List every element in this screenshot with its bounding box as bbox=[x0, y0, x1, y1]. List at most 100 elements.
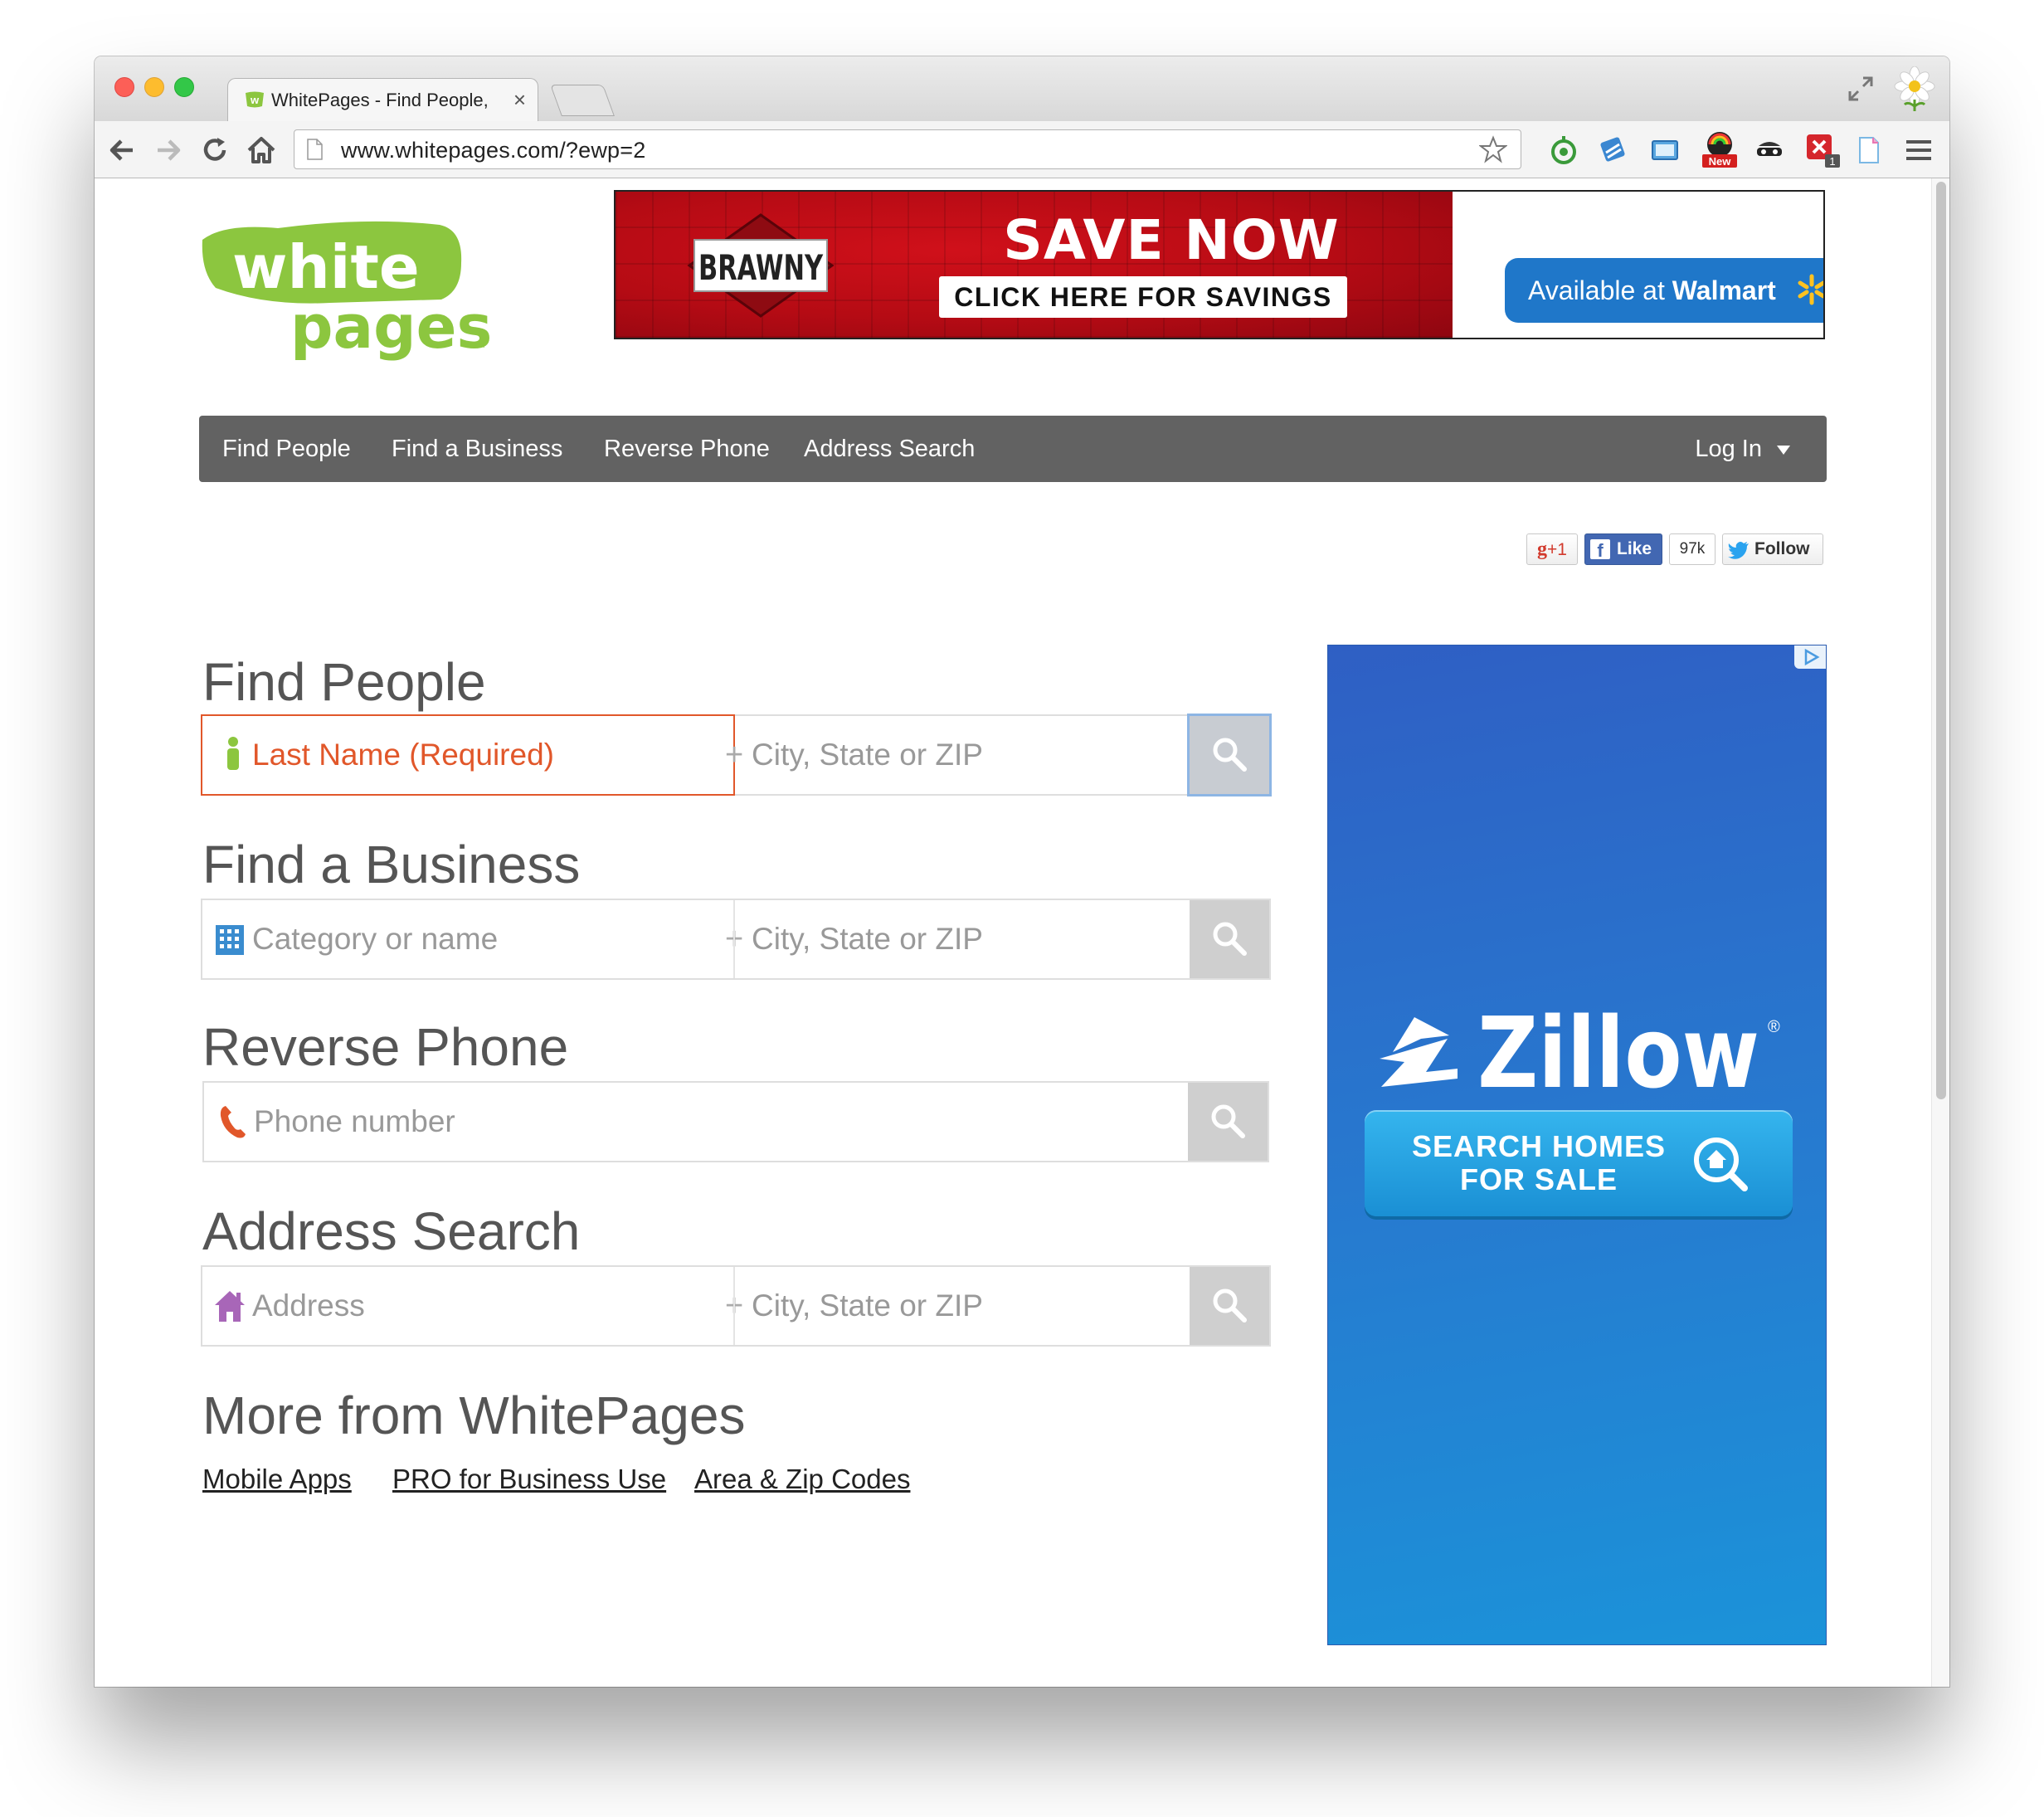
reverse-phone-heading: Reverse Phone bbox=[202, 1017, 569, 1077]
extension-green-icon[interactable] bbox=[1548, 134, 1579, 166]
extension-red-badge-icon[interactable]: 1 bbox=[1803, 131, 1842, 169]
address-location-input[interactable]: City, State or ZIP bbox=[742, 1267, 1190, 1345]
url-text[interactable]: www.whitepages.com/?ewp=2 bbox=[341, 138, 645, 163]
business-name-placeholder: Category or name bbox=[252, 922, 499, 956]
extension-blue-tags-icon[interactable] bbox=[1598, 134, 1629, 166]
google-plus-button[interactable]: g+1 bbox=[1526, 533, 1578, 565]
reverse-phone-search: Phone number bbox=[202, 1081, 1269, 1162]
nav-login-dropdown[interactable]: Log In bbox=[1695, 416, 1790, 482]
address-location-placeholder: City, State or ZIP bbox=[752, 1288, 983, 1323]
nav-reverse-phone[interactable]: Reverse Phone bbox=[604, 416, 770, 482]
extension-screenshot-icon[interactable] bbox=[1649, 134, 1681, 166]
whitepages-logo[interactable]: white pages TM bbox=[199, 205, 489, 363]
field-divider bbox=[733, 1267, 735, 1345]
brawny-brand-text: BRAWNY bbox=[698, 247, 823, 288]
find-business-search-button[interactable] bbox=[1190, 900, 1269, 978]
business-name-input[interactable]: Category or name bbox=[202, 900, 733, 978]
close-window-button[interactable] bbox=[114, 77, 134, 97]
search-icon bbox=[1211, 1104, 1245, 1138]
reload-icon[interactable] bbox=[199, 134, 231, 166]
last-name-placeholder: Last Name (Required) bbox=[252, 738, 554, 772]
plus-icon: + bbox=[725, 738, 744, 772]
twitter-follow-button[interactable]: Follow bbox=[1722, 533, 1823, 565]
find-people-search: Last Name (Required) + City, State or ZI… bbox=[201, 714, 1271, 796]
brawny-banner-ad[interactable]: BRAWNY SAVE NOW CLICK HERE FOR SAVINGS A… bbox=[614, 190, 1825, 339]
home-search-icon bbox=[1694, 1137, 1748, 1191]
scrollbar-thumb[interactable] bbox=[1936, 182, 1946, 1099]
extension-rainbow-new-icon[interactable]: New bbox=[1701, 129, 1739, 169]
back-arrow-icon[interactable] bbox=[106, 134, 138, 166]
logo-trademark: TM bbox=[473, 341, 484, 350]
phone-number-input[interactable]: Phone number bbox=[204, 1083, 1188, 1161]
business-location-input[interactable]: City, State or ZIP bbox=[742, 900, 1190, 978]
login-label: Log In bbox=[1695, 436, 1762, 462]
tab-strip: w WhitePages - Find People, × bbox=[95, 56, 1949, 121]
find-people-search-button[interactable] bbox=[1190, 716, 1269, 794]
svg-text:w: w bbox=[250, 94, 260, 106]
nav-find-business[interactable]: Find a Business bbox=[392, 416, 562, 482]
logo-word-pages: pages bbox=[290, 292, 489, 362]
browser-menu-icon[interactable] bbox=[1905, 138, 1933, 163]
zoom-window-button[interactable] bbox=[174, 77, 194, 97]
browser-window: w WhitePages - Find People, × www.whitep… bbox=[95, 56, 1949, 1687]
whitepages-favicon-icon: w bbox=[246, 91, 264, 108]
facebook-like-button[interactable]: f Like bbox=[1584, 533, 1662, 565]
search-icon bbox=[1213, 1288, 1247, 1323]
zillow-brand-text: Zillow bbox=[1477, 1002, 1759, 1102]
browser-toolbar: www.whitepages.com/?ewp=2 New 1 bbox=[95, 121, 1949, 178]
zillow-cta-line2: FOR SALE bbox=[1459, 1162, 1618, 1196]
address-search-heading: Address Search bbox=[202, 1201, 581, 1261]
search-icon bbox=[1213, 922, 1247, 956]
phone-icon bbox=[220, 1106, 246, 1138]
zillow-side-ad[interactable]: Zillow ® SEARCH HOMES FOR SALE bbox=[1327, 645, 1827, 1645]
zillow-logo: Zillow ® bbox=[1380, 1002, 1780, 1102]
house-icon bbox=[215, 1291, 245, 1322]
phone-number-placeholder: Phone number bbox=[254, 1104, 455, 1138]
nav-find-people[interactable]: Find People bbox=[222, 416, 351, 482]
link-mobile-apps[interactable]: Mobile Apps bbox=[202, 1464, 352, 1495]
walmart-store-name: Walmart bbox=[1672, 275, 1776, 305]
address-placeholder: Address bbox=[252, 1288, 365, 1323]
building-icon bbox=[216, 925, 244, 955]
people-location-input[interactable]: City, State or ZIP bbox=[742, 716, 1190, 794]
address-search-bar: Address + City, State or ZIP bbox=[201, 1265, 1271, 1347]
minimize-window-button[interactable] bbox=[144, 77, 164, 97]
fullscreen-icon[interactable] bbox=[1847, 75, 1875, 103]
vertical-scrollbar[interactable] bbox=[1931, 178, 1949, 1687]
browser-tab-active[interactable]: w WhitePages - Find People, × bbox=[227, 78, 538, 121]
address-search-button[interactable] bbox=[1190, 1267, 1269, 1345]
zillow-search-homes-button[interactable]: SEARCH HOMES FOR SALE bbox=[1365, 1110, 1793, 1216]
more-heading: More from WhitePages bbox=[202, 1386, 746, 1445]
address-input[interactable]: Address bbox=[202, 1267, 733, 1345]
fb-like-label: Like bbox=[1617, 539, 1652, 558]
forward-arrow-icon[interactable] bbox=[153, 134, 184, 166]
walmart-availability-button[interactable]: Available at Walmart bbox=[1505, 258, 1823, 323]
extension-count-badge: 1 bbox=[1829, 155, 1835, 168]
link-area-zip-codes[interactable]: Area & Zip Codes bbox=[694, 1464, 910, 1495]
tab-close-icon[interactable]: × bbox=[513, 87, 526, 113]
address-bar[interactable]: www.whitepages.com/?ewp=2 bbox=[294, 129, 1521, 169]
home-icon[interactable] bbox=[246, 134, 277, 166]
bookmark-star-icon[interactable] bbox=[1479, 135, 1507, 163]
zillow-cta-line1: SEARCH HOMES bbox=[1411, 1129, 1667, 1163]
new-tab-button[interactable] bbox=[550, 85, 615, 116]
person-icon bbox=[227, 737, 239, 770]
find-business-search: Category or name + City, State or ZIP bbox=[201, 899, 1271, 980]
link-pro-business[interactable]: PRO for Business Use bbox=[392, 1464, 666, 1495]
google-g-icon: g bbox=[1537, 538, 1548, 560]
zillow-registered-mark: ® bbox=[1768, 1018, 1780, 1036]
extension-disguise-icon[interactable] bbox=[1754, 134, 1785, 166]
reverse-phone-search-button[interactable] bbox=[1188, 1083, 1268, 1161]
banner-headline: SAVE NOW bbox=[1003, 208, 1340, 272]
brawny-logo-badge: BRAWNY bbox=[687, 213, 835, 318]
facebook-like-count: 97k bbox=[1669, 533, 1716, 565]
banner-cta-button[interactable]: CLICK HERE FOR SAVINGS bbox=[939, 276, 1347, 318]
walmart-prefix: Available at bbox=[1528, 275, 1672, 305]
adchoices-icon[interactable] bbox=[1794, 645, 1826, 669]
profile-flower-icon[interactable] bbox=[1893, 66, 1936, 113]
extension-note-icon[interactable] bbox=[1853, 134, 1885, 166]
nav-address-search[interactable]: Address Search bbox=[804, 416, 975, 482]
last-name-input[interactable]: Last Name (Required) bbox=[201, 714, 735, 796]
walmart-spark-icon bbox=[1798, 274, 1823, 305]
gplus-label: +1 bbox=[1547, 540, 1567, 559]
